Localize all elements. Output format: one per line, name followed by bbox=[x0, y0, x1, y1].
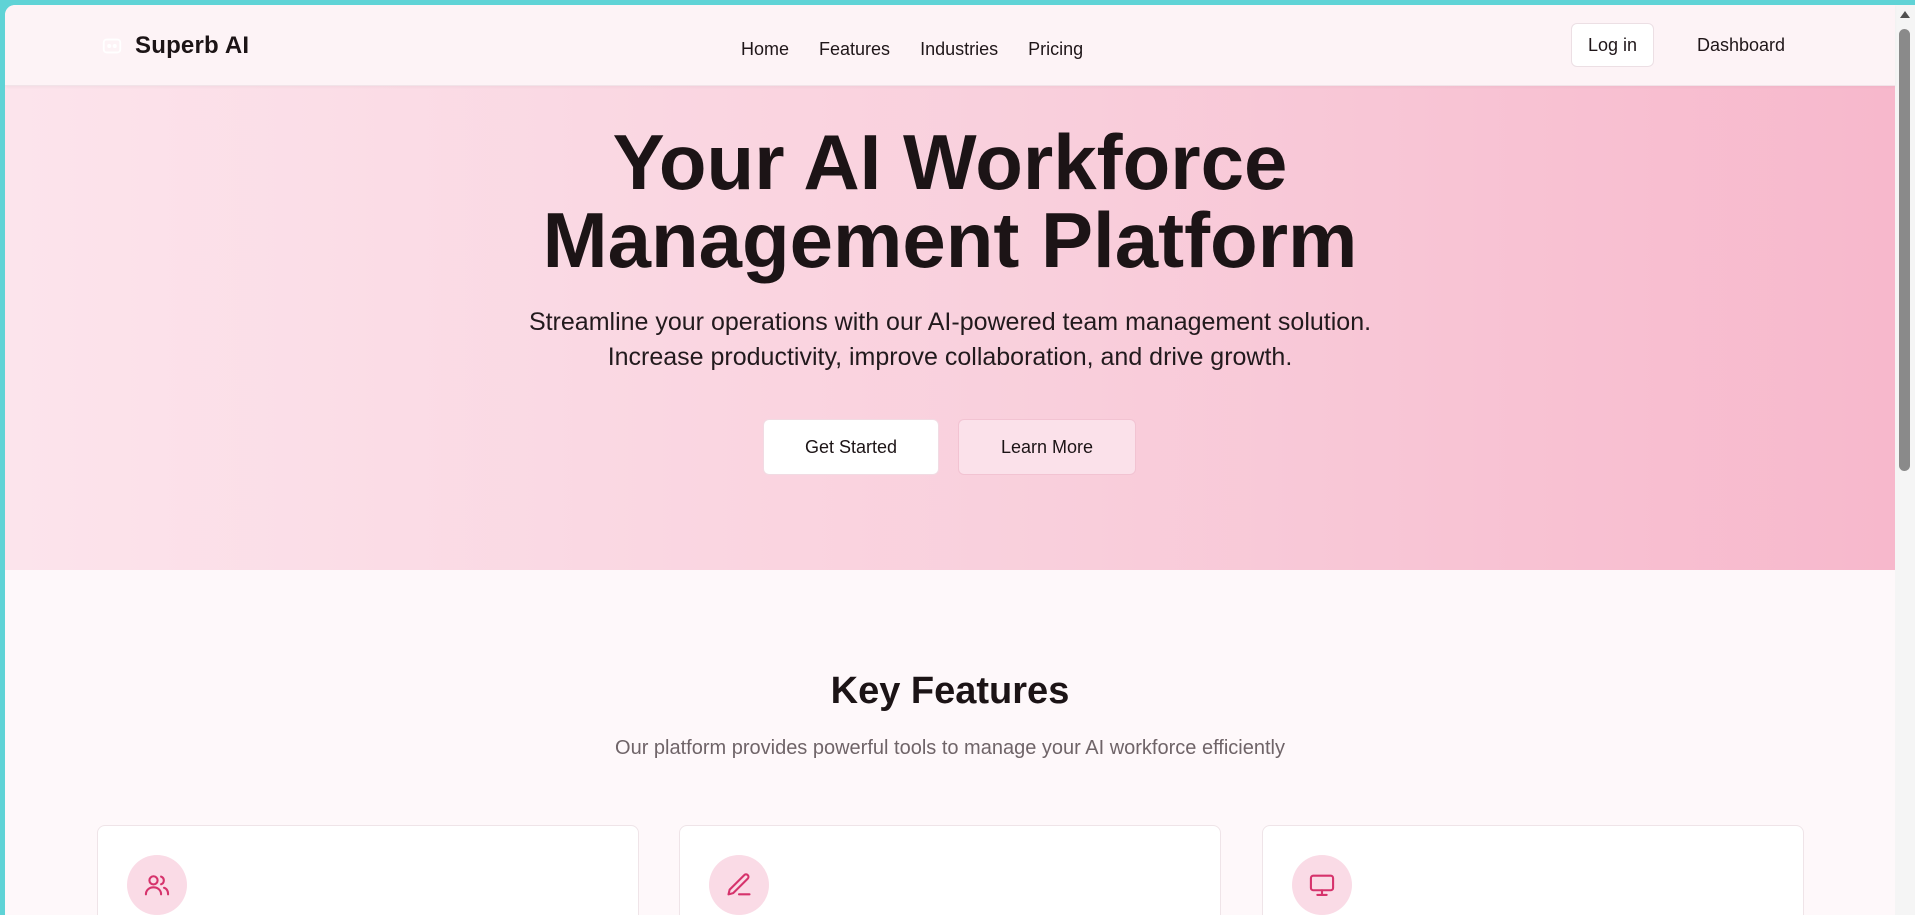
hero-subtitle: Streamline your operations with our AI-p… bbox=[5, 305, 1895, 375]
nav-pricing[interactable]: Pricing bbox=[1028, 39, 1083, 60]
brand[interactable]: Superb AI bbox=[101, 32, 249, 60]
nav-home[interactable]: Home bbox=[741, 39, 789, 60]
get-started-button[interactable]: Get Started bbox=[763, 419, 939, 475]
pen-icon bbox=[709, 855, 769, 915]
dashboard-button[interactable]: Dashboard bbox=[1671, 23, 1811, 67]
feature-card bbox=[1262, 825, 1804, 915]
monitor-icon bbox=[1292, 855, 1352, 915]
login-button[interactable]: Log in bbox=[1571, 23, 1654, 67]
nav-features[interactable]: Features bbox=[819, 39, 890, 60]
hero-title-line-1: Your AI Workforce bbox=[612, 118, 1288, 206]
brand-name: Superb AI bbox=[135, 32, 250, 59]
hero-subtitle-line-1: Streamline your operations with our AI-p… bbox=[528, 308, 1372, 336]
hero-subtitle-line-2: Increase productivity, improve collabora… bbox=[607, 343, 1293, 371]
features-title: Key Features bbox=[830, 670, 1070, 712]
site-header: Superb AI Home Features Industries Prici… bbox=[5, 5, 1895, 86]
scroll-thumb[interactable] bbox=[1899, 29, 1910, 471]
learn-more-button[interactable]: Learn More bbox=[958, 419, 1136, 475]
vertical-scrollbar[interactable] bbox=[1895, 5, 1915, 915]
users-icon bbox=[127, 855, 187, 915]
scroll-up-icon[interactable] bbox=[1900, 11, 1910, 18]
nav-industries[interactable]: Industries bbox=[920, 39, 998, 60]
feature-card bbox=[97, 825, 639, 915]
feature-card bbox=[679, 825, 1221, 915]
main-nav: Home Features Industries Pricing bbox=[741, 39, 1083, 60]
hero-section: Your AI Workforce Management Platform St… bbox=[5, 85, 1895, 570]
hero-title-line-2: Management Platform bbox=[542, 196, 1358, 284]
hero-title: Your AI Workforce Management Platform bbox=[5, 123, 1895, 279]
browser-window: Superb AI Home Features Industries Prici… bbox=[5, 5, 1915, 915]
features-subtitle: Our platform provides powerful tools to … bbox=[615, 737, 1285, 759]
logo-icon bbox=[101, 35, 123, 57]
